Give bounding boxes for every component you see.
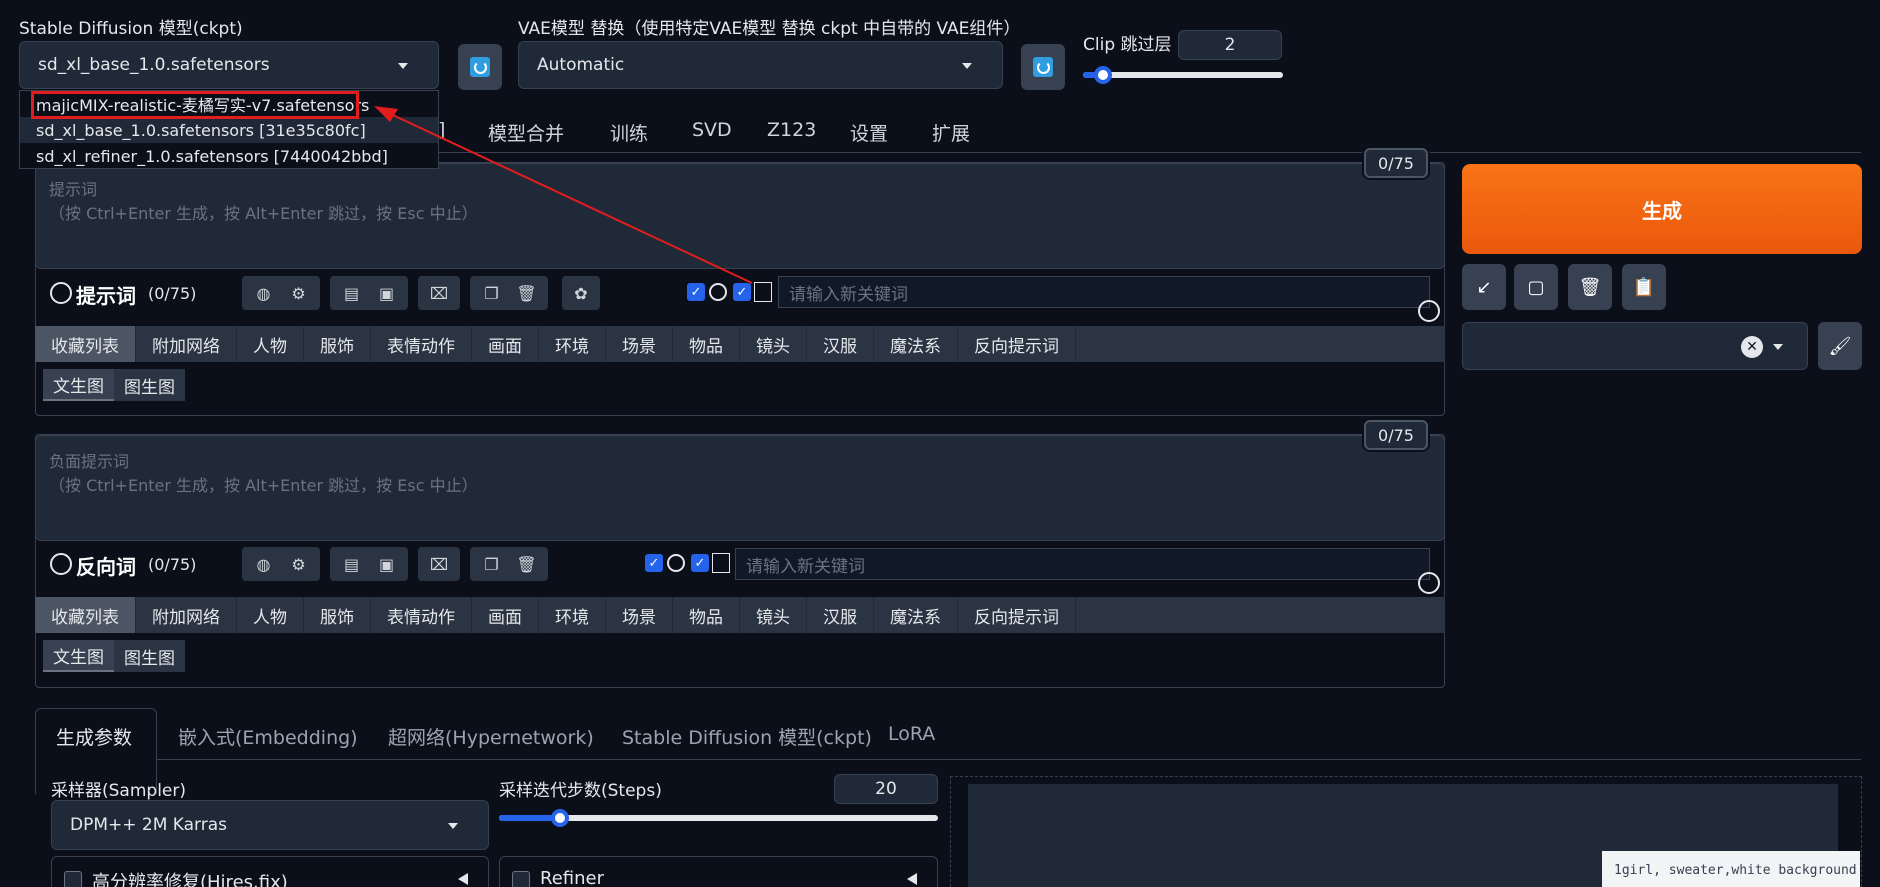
arrow-line: [381, 109, 753, 284]
annotation-arrow: [374, 106, 753, 284]
arrow-head: [374, 106, 398, 122]
